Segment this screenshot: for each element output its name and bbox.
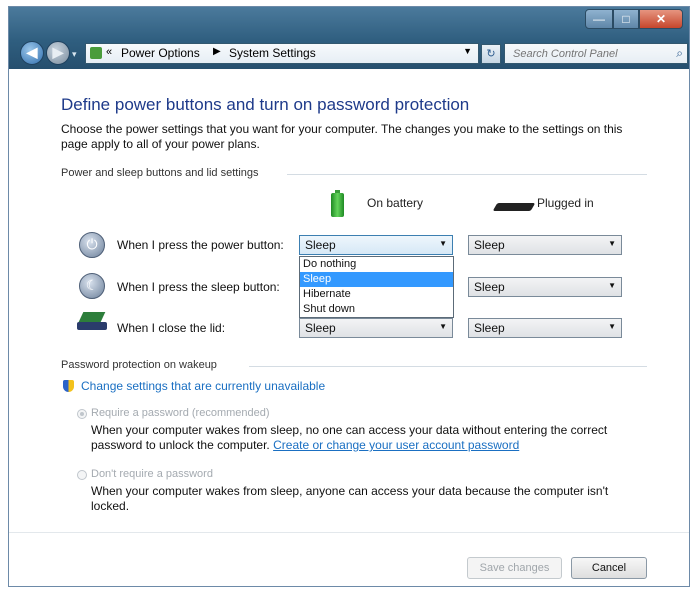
chevron-down-icon: ▼ (608, 322, 616, 331)
window-controls: — □ ✕ (585, 9, 683, 29)
power-button-dropdown-list: Do nothing Sleep Hibernate Shut down (299, 256, 454, 318)
refresh-icon: ↻ (486, 48, 496, 60)
sleep-button-plugged-select[interactable]: Sleep ▼ (468, 277, 622, 297)
battery-icon (331, 193, 344, 217)
breadcrumb-arrow-icon[interactable]: ▶ (213, 46, 221, 57)
column-on-battery: On battery (367, 196, 424, 210)
column-plugged-in: Plugged in (537, 196, 594, 210)
lid-plugged-value: Sleep (474, 321, 505, 335)
change-unavailable-settings-link[interactable]: Change settings that are currently unava… (81, 379, 325, 393)
chevron-down-icon: ▼ (608, 239, 616, 248)
title-bar: — □ ✕ ◀ ▶ ▾ « Power Options ▶ System Set… (9, 7, 689, 69)
require-password-label: Require a password (recommended) (91, 407, 270, 419)
address-dropdown-icon[interactable]: ▼ (463, 46, 472, 56)
maximize-button[interactable]: □ (613, 9, 639, 29)
control-panel-icon (90, 47, 102, 59)
power-button-plugged-select[interactable]: Sleep ▼ (468, 235, 622, 255)
chevron-down-icon: ▼ (439, 322, 447, 331)
laptop-lid-icon (77, 312, 107, 332)
back-arrow-icon: ◀ (26, 44, 38, 60)
main-content: Define power buttons and turn on passwor… (9, 69, 689, 586)
search-icon[interactable]: ⌕ (676, 46, 683, 61)
uac-shield-icon (63, 380, 74, 392)
section-buttons-heading: Power and sleep buttons and lid settings (61, 167, 259, 179)
history-dropdown-icon[interactable]: ▾ (72, 49, 77, 60)
power-button-battery-value: Sleep (305, 238, 336, 252)
dropdown-option-shut-down[interactable]: Shut down (300, 302, 453, 317)
cancel-button[interactable]: Cancel (571, 557, 647, 579)
search-input[interactable] (511, 46, 665, 62)
power-button-label: When I press the power button: (117, 238, 284, 252)
power-button-battery-select[interactable]: Sleep ▼ (299, 235, 453, 255)
navigation-bar: ◀ ▶ ▾ « Power Options ▶ System Settings … (9, 41, 689, 67)
footer-divider (9, 532, 689, 533)
chevron-down-icon: ▼ (439, 239, 447, 248)
no-password-radio[interactable] (77, 470, 87, 480)
require-password-radio[interactable] (77, 409, 87, 419)
require-password-description: When your computer wakes from sleep, no … (91, 423, 631, 453)
sleep-button-label: When I press the sleep button: (117, 280, 280, 294)
lid-battery-select[interactable]: Sleep ▼ (299, 318, 453, 338)
refresh-button[interactable]: ↻ (481, 44, 501, 64)
save-changes-button[interactable]: Save changes (467, 557, 562, 579)
dropdown-option-hibernate[interactable]: Hibernate (300, 287, 453, 302)
chevron-down-icon: ▼ (608, 281, 616, 290)
page-description: Choose the power settings that you want … (61, 122, 623, 151)
plug-icon (492, 203, 536, 211)
power-options-window: — □ ✕ ◀ ▶ ▾ « Power Options ▶ System Set… (8, 6, 690, 587)
no-password-label: Don't require a password (91, 468, 213, 480)
breadcrumb-power-options[interactable]: Power Options (121, 46, 200, 60)
lid-plugged-select[interactable]: Sleep ▼ (468, 318, 622, 338)
forward-arrow-icon: ▶ (52, 44, 64, 60)
address-bar[interactable]: « Power Options ▶ System Settings ▼ (85, 43, 479, 64)
breadcrumb-system-settings[interactable]: System Settings (229, 46, 316, 60)
search-box[interactable]: ⌕ (504, 43, 688, 64)
lid-battery-value: Sleep (305, 321, 336, 335)
dropdown-option-sleep[interactable]: Sleep (300, 272, 453, 287)
laptop-base-shape (77, 322, 107, 330)
back-button[interactable]: ◀ (20, 41, 44, 65)
laptop-screen-shape (78, 312, 106, 322)
dropdown-option-do-nothing[interactable]: Do nothing (300, 257, 453, 272)
close-button[interactable]: ✕ (639, 9, 683, 29)
section-divider (249, 366, 647, 367)
minimize-button[interactable]: — (585, 9, 613, 29)
power-icon: ⏻ (79, 232, 105, 258)
sleep-button-plugged-value: Sleep (474, 280, 505, 294)
sleep-moon-icon: ☾ (79, 273, 105, 299)
section-password-heading: Password protection on wakeup (61, 359, 217, 371)
section-divider (287, 174, 647, 175)
lid-close-label: When I close the lid: (117, 321, 226, 335)
no-password-description: When your computer wakes from sleep, any… (91, 484, 609, 513)
create-password-link[interactable]: Create or change your user account passw… (273, 438, 519, 452)
power-button-plugged-value: Sleep (474, 238, 505, 252)
forward-button[interactable]: ▶ (46, 41, 70, 65)
page-title: Define power buttons and turn on passwor… (61, 95, 470, 114)
breadcrumb-overflow-icon[interactable]: « (106, 46, 112, 58)
